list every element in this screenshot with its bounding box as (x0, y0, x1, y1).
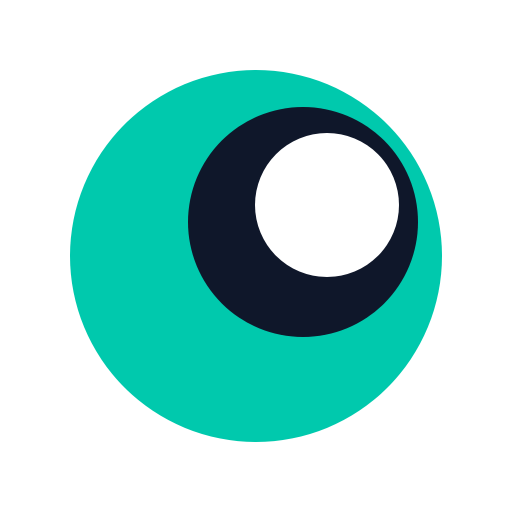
app-icon-canvas (0, 0, 512, 512)
eye-logo-icon (0, 0, 512, 512)
logo-highlight (255, 133, 399, 277)
